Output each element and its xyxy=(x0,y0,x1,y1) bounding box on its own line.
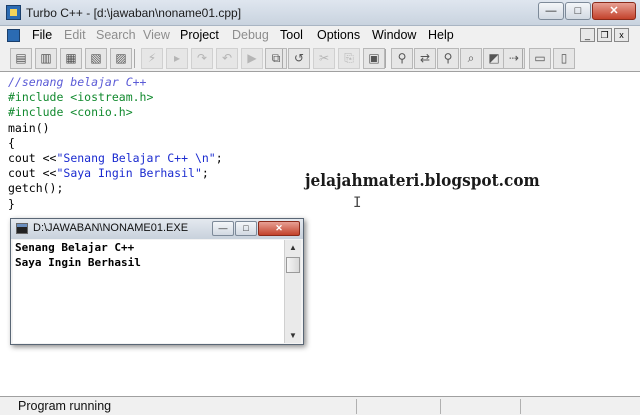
console-close-button[interactable]: ✕ xyxy=(258,221,300,236)
cut-button[interactable]: ✂ xyxy=(313,48,335,69)
scroll-down-icon[interactable]: ▼ xyxy=(285,328,301,343)
toolbar-separator xyxy=(522,49,523,68)
maximize-button[interactable]: □ xyxy=(565,2,591,20)
console-icon[interactable] xyxy=(16,223,28,234)
run-button[interactable]: ▶ xyxy=(241,48,263,69)
find-button[interactable]: ⌕ xyxy=(460,48,482,69)
menu-view[interactable]: View xyxy=(143,28,170,42)
paste-button[interactable]: ▣ xyxy=(363,48,385,69)
code-token: cout << xyxy=(8,151,57,166)
menu-help[interactable]: Help xyxy=(428,28,454,42)
document-system-menu-icon[interactable] xyxy=(7,29,20,42)
preprocessor-directive: #include <iostream.h> xyxy=(8,90,154,105)
console-title-bar[interactable]: D:\JAWABAN\NONAME01.EXE — □ ✕ xyxy=(11,219,303,239)
compile-button[interactable]: ⧉ xyxy=(265,48,287,69)
toolbar-separator xyxy=(282,49,283,68)
build-button[interactable]: ▸ xyxy=(166,48,188,69)
code-line[interactable]: cout <<"Senang Belajar C++ \n"; xyxy=(8,151,223,166)
status-divider xyxy=(520,399,521,414)
code-line[interactable]: #include <conio.h> xyxy=(8,105,223,120)
menu-project[interactable]: Project xyxy=(180,28,219,42)
console-maximize-button[interactable]: □ xyxy=(235,221,257,236)
print-button[interactable]: ▨ xyxy=(110,48,132,69)
console-output: Senang Belajar C++ Saya Ingin Berhasil xyxy=(15,241,141,269)
message-window-button[interactable]: ▭ xyxy=(529,48,551,69)
mdi-close-button[interactable]: x xyxy=(614,28,629,42)
status-bar: Program running xyxy=(0,396,640,415)
step-over-button[interactable]: ↷ xyxy=(191,48,213,69)
code-comment: //senang belajar C++ xyxy=(8,75,147,89)
console-scrollbar[interactable]: ▲ ▼ xyxy=(284,240,301,343)
code-line[interactable]: main() xyxy=(8,121,223,136)
code-line[interactable]: getch(); xyxy=(8,181,223,196)
scroll-thumb[interactable] xyxy=(286,257,300,273)
code-line[interactable]: //senang belajar C++ xyxy=(8,75,223,90)
code-line[interactable]: } xyxy=(8,197,223,212)
mdi-restore-button[interactable]: ❐ xyxy=(597,28,612,42)
menu-edit[interactable]: Edit xyxy=(64,28,86,42)
console-output-area[interactable]: Senang Belajar C++ Saya Ingin Berhasil xyxy=(13,240,284,343)
menu-debug[interactable]: Debug xyxy=(232,28,269,42)
replace-button[interactable]: ⇄ xyxy=(414,48,436,69)
console-window[interactable]: D:\JAWABAN\NONAME01.EXE — □ ✕ Senang Bel… xyxy=(10,218,304,345)
menu-window[interactable]: Window xyxy=(372,28,416,42)
text-cursor-icon: I xyxy=(353,195,362,211)
code-token: main() xyxy=(8,120,50,135)
menu-options[interactable]: Options xyxy=(317,28,360,42)
open-file-button[interactable]: ▤ xyxy=(10,48,32,69)
make-button[interactable]: ⚡ xyxy=(141,48,163,69)
menu-file[interactable]: File xyxy=(32,28,52,42)
trace-into-button[interactable]: ↶ xyxy=(216,48,238,69)
save-button[interactable]: ▦ xyxy=(60,48,82,69)
console-title: D:\JAWABAN\NONAME01.EXE xyxy=(33,222,189,234)
close-button[interactable]: ✕ xyxy=(592,2,636,20)
open-project-button[interactable]: ▥ xyxy=(35,48,57,69)
status-text: Program running xyxy=(18,399,112,413)
project-window-button[interactable]: ▯ xyxy=(553,48,575,69)
search-button[interactable]: ⚲ xyxy=(391,48,413,69)
code-token: ; xyxy=(215,151,223,166)
bookmark-button[interactable]: ◩ xyxy=(483,48,505,69)
turbo-cpp-app-icon[interactable] xyxy=(6,5,21,20)
string-literal: "Saya Ingin Berhasil" xyxy=(56,166,202,181)
menu-search[interactable]: Search xyxy=(96,28,136,42)
blog-watermark: jelajahmateri.blogspot.com xyxy=(305,171,540,191)
code-token: cout << xyxy=(8,166,57,181)
code-token: ; xyxy=(201,166,209,181)
code-token: getch(); xyxy=(8,181,64,196)
code-line[interactable]: { xyxy=(8,136,223,151)
copy-button[interactable]: ⎘ xyxy=(338,48,360,69)
string-literal: "Senang Belajar C++ \n" xyxy=(56,151,216,166)
save-all-button[interactable]: ▧ xyxy=(85,48,107,69)
preprocessor-directive: #include <conio.h> xyxy=(8,105,133,120)
window-title: Turbo C++ - [d:\jawaban\noname01.cpp] xyxy=(26,6,242,20)
toolbar-separator xyxy=(385,49,386,68)
menu-bar: File Edit Search View Project Debug Tool… xyxy=(0,26,640,45)
minimize-button[interactable]: — xyxy=(538,2,564,20)
scroll-up-icon[interactable]: ▲ xyxy=(285,240,301,255)
toolbar: ▤ ▥ ▦ ▧ ▨ ⚡ ▸ ↷ ↶ ▶ ⧉ ↺ ✂ ⎘ ▣ ⚲ ⇄ ⚲ ⌕ ◩ ⇢ ▭ ▯ xyxy=(0,45,640,72)
code-line[interactable]: cout <<"Saya Ingin Berhasil"; xyxy=(8,166,223,181)
code-token: } xyxy=(8,196,15,211)
undo-button[interactable]: ↺ xyxy=(288,48,310,69)
title-bar: Turbo C++ - [d:\jawaban\noname01.cpp] — … xyxy=(0,0,640,26)
mdi-minimize-button[interactable]: _ xyxy=(580,28,595,42)
search-again-button[interactable]: ⚲ xyxy=(437,48,459,69)
toolbar-separator xyxy=(134,49,135,68)
status-divider xyxy=(356,399,357,414)
console-minimize-button[interactable]: — xyxy=(212,221,234,236)
source-code[interactable]: //senang belajar C++ #include <iostream.h… xyxy=(8,75,223,212)
status-divider xyxy=(440,399,441,414)
code-token: { xyxy=(8,135,15,150)
code-line[interactable]: #include <iostream.h> xyxy=(8,90,223,105)
menu-tool[interactable]: Tool xyxy=(280,28,303,42)
